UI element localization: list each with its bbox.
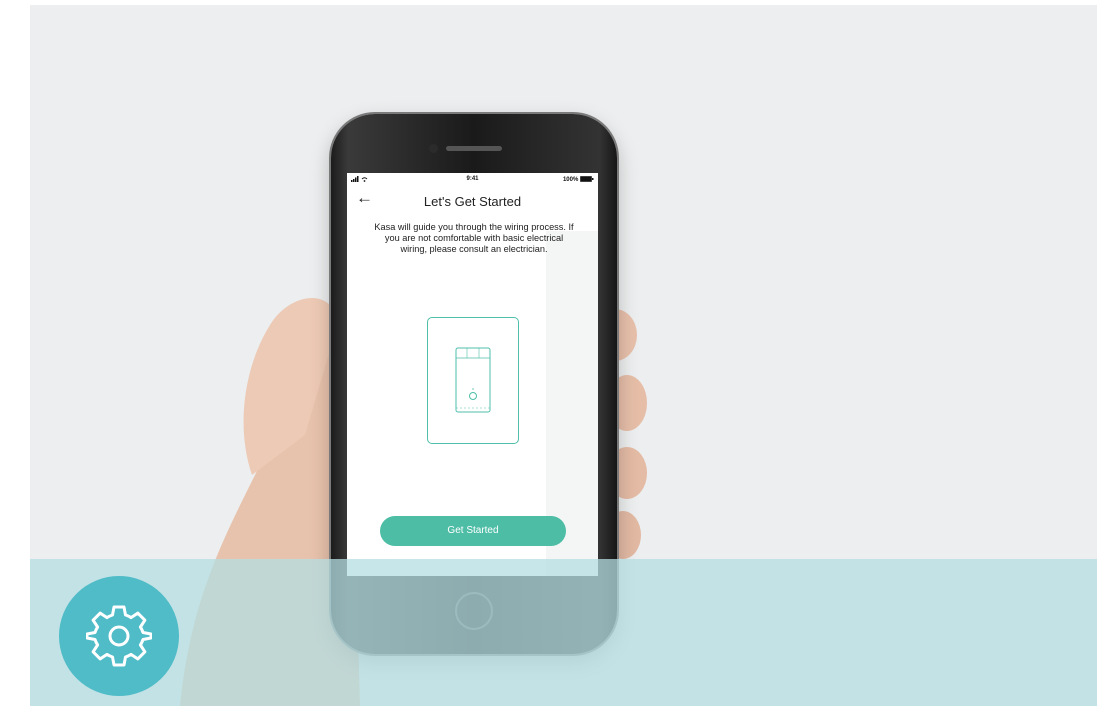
app-screen: 9:41 100% ← Let's Get Started Kasa will …: [347, 173, 598, 576]
get-started-button[interactable]: Get Started: [380, 516, 566, 546]
earpiece-speaker: [446, 146, 502, 151]
gear-icon: [86, 605, 152, 667]
page-margin: [1097, 0, 1103, 707]
light-switch-icon: [427, 317, 519, 444]
status-time: 9:41: [466, 176, 479, 182]
page-title: Let's Get Started: [423, 194, 522, 209]
battery-icon: [580, 176, 594, 182]
instructions-text: Kasa will guide you through the wiring p…: [374, 222, 574, 254]
battery-percent: 100%: [562, 177, 579, 183]
front-camera: [429, 144, 438, 153]
battery-indicator: 100%: [563, 176, 594, 183]
status-bar: 9:41 100%: [347, 173, 598, 185]
settings-badge: [59, 576, 179, 696]
bottom-color-band: [30, 559, 1097, 706]
